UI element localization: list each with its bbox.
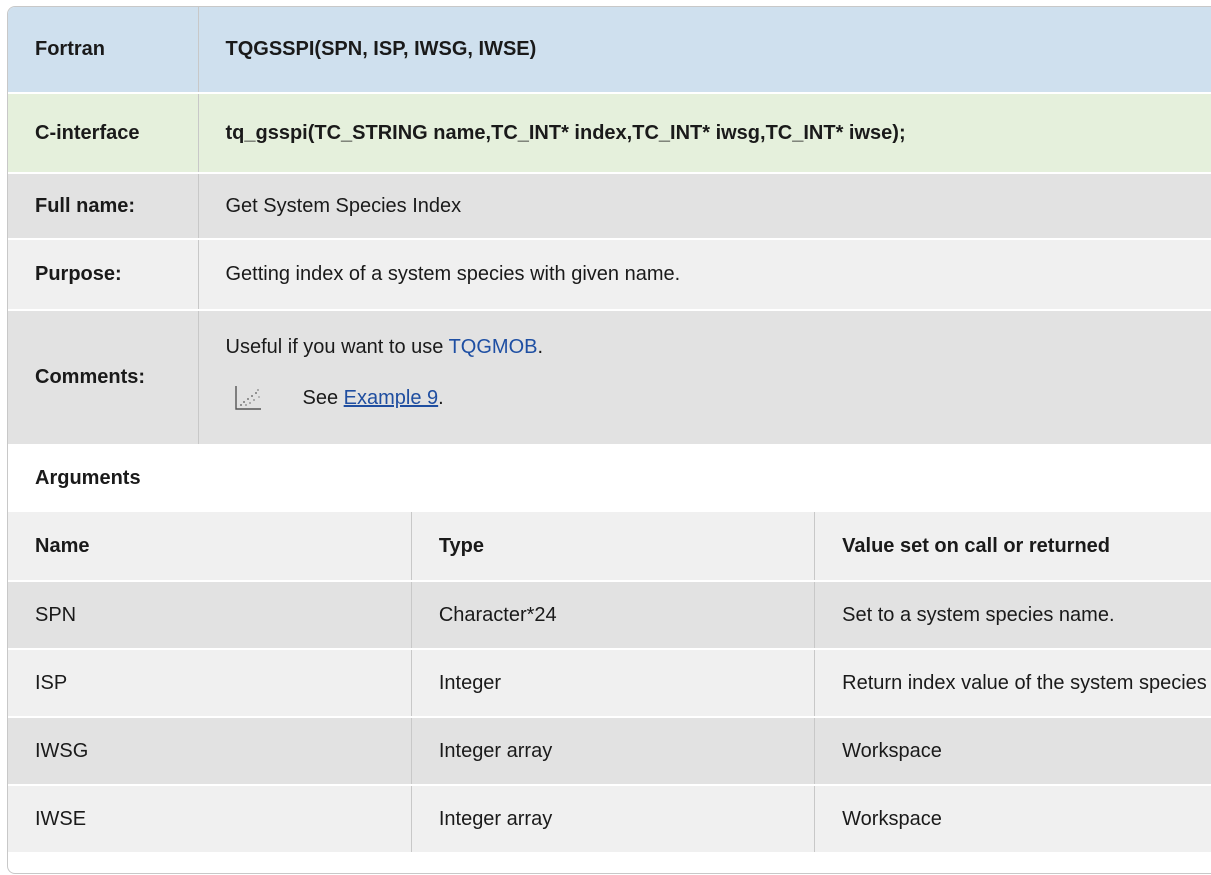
comments-text-before: Useful if you want to use — [225, 336, 449, 358]
header-name: Name — [8, 511, 412, 582]
c-interface-row: C-interface tq_gsspi(TC_STRING name,TC_I… — [8, 93, 1211, 174]
arguments-title: Arguments — [8, 446, 1211, 512]
arg-value: Set to a system species name. — [814, 581, 1211, 650]
function-info-table: Fortran TQGSSPI(SPN, ISP, IWSG, IWSE) C-… — [8, 7, 1211, 446]
scatter-plot-icon — [234, 386, 261, 410]
arg-type: Integer — [411, 649, 816, 718]
arg-value: Return index value of the system species — [814, 649, 1211, 718]
example-reference: See Example 9. — [226, 385, 1211, 411]
arg-value: Workspace — [814, 785, 1211, 854]
arg-name: SPN — [8, 581, 412, 650]
full-name-value: Get System Species Index — [198, 173, 1211, 240]
comments-label: Comments: — [8, 310, 199, 446]
table-row: SPN Character*24 Set to a system species… — [8, 581, 1211, 650]
purpose-row: Purpose: Getting index of a system speci… — [8, 239, 1211, 311]
full-name-row: Full name: Get System Species Index — [8, 173, 1211, 240]
purpose-value: Getting index of a system species with g… — [198, 239, 1211, 311]
example-suffix: . — [438, 386, 444, 409]
comments-row: Comments: Useful if you want to use TQGM… — [8, 310, 1211, 446]
arguments-table: Arguments Name Type Value set on call or… — [8, 446, 1211, 854]
table-row: ISP Integer Return index value of the sy… — [8, 649, 1211, 718]
purpose-label: Purpose: — [8, 239, 199, 311]
table-row: IWSE Integer array Workspace — [8, 785, 1211, 854]
c-interface-label: C-interface — [8, 93, 199, 174]
fortran-row: Fortran TQGSSPI(SPN, ISP, IWSG, IWSE) — [8, 7, 1211, 94]
comments-text-after: . — [537, 336, 544, 358]
arg-type: Integer array — [411, 785, 816, 854]
function-reference-table: Fortran TQGSSPI(SPN, ISP, IWSG, IWSE) C-… — [7, 6, 1211, 874]
arguments-header-row: Name Type Value set on call or returned — [8, 511, 1211, 582]
arg-name: IWSE — [8, 785, 412, 854]
table-row: IWSG Integer array Workspace — [8, 717, 1211, 786]
fortran-label: Fortran — [8, 7, 199, 94]
fortran-signature: TQGSSPI(SPN, ISP, IWSG, IWSE) — [198, 7, 1211, 94]
header-type: Type — [411, 511, 816, 582]
example-9-link[interactable]: Example 9 — [344, 387, 439, 410]
comments-cell: Useful if you want to use TQGMOB. See Ex… — [198, 310, 1211, 446]
c-interface-signature: tq_gsspi(TC_STRING name,TC_INT* index,TC… — [198, 93, 1211, 174]
arg-type: Integer array — [411, 717, 816, 786]
header-value: Value set on call or returned — [814, 511, 1211, 582]
full-name-label: Full name: — [8, 173, 199, 240]
arg-name: IWSG — [8, 717, 412, 786]
arguments-title-row: Arguments — [8, 446, 1211, 512]
arg-value: Workspace — [814, 717, 1211, 786]
comments-text: Useful if you want to use TQGMOB. — [226, 336, 1211, 359]
example-prefix: See — [302, 386, 344, 409]
arg-type: Character*24 — [411, 581, 816, 650]
tqgmob-link[interactable]: TQGMOB — [449, 336, 538, 358]
arg-name: ISP — [8, 649, 412, 718]
